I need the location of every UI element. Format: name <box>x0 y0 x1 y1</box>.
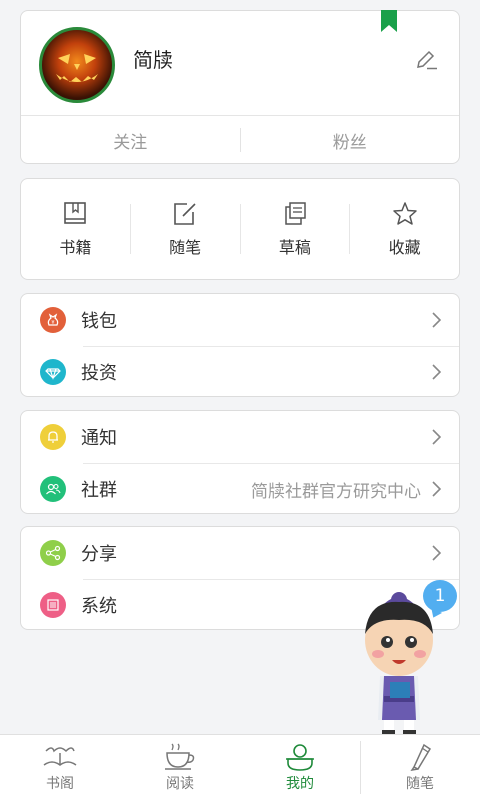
tab-reading[interactable]: 阅读 <box>120 735 240 800</box>
menu-label: 社群 <box>81 480 117 501</box>
quick-link-books[interactable]: 书籍 <box>21 179 130 279</box>
menu-group-finance: ¥ 钱包 投资 <box>20 293 460 397</box>
chevron-right-icon <box>432 364 441 380</box>
quick-link-label: 书籍 <box>59 238 92 257</box>
avatar[interactable] <box>39 27 115 103</box>
notification-badge: 1 <box>423 580 457 612</box>
menu-label: 系统 <box>81 596 117 617</box>
menu-label: 分享 <box>81 544 117 565</box>
divider <box>360 741 361 794</box>
chevron-right-icon <box>432 481 441 497</box>
profile-card: 简牍 关注 粉丝 <box>20 10 460 164</box>
tab-label: 阅读 <box>166 776 194 792</box>
quick-links-card: 书籍 随笔 草稿 收藏 <box>20 178 460 280</box>
edit-note-icon <box>174 203 196 225</box>
menu-item-wallet[interactable]: ¥ 钱包 <box>21 294 459 346</box>
bottom-tab-bar: 书阁 阅读 我的 随笔 <box>0 734 480 800</box>
username: 简牍 <box>133 48 173 72</box>
menu-item-share[interactable]: 分享 <box>21 527 459 579</box>
quick-link-drafts[interactable]: 草稿 <box>241 179 350 279</box>
follow-row: 关注 粉丝 <box>21 116 459 164</box>
menu-group-social: 通知 社群 简牍社群官方研究中心 <box>20 410 460 514</box>
bell-icon <box>40 424 66 450</box>
menu-item-notifications[interactable]: 通知 <box>21 411 459 463</box>
people-icon <box>40 476 66 502</box>
chevron-right-icon <box>432 545 441 561</box>
tab-label: 随笔 <box>406 776 434 792</box>
star-icon <box>392 202 417 225</box>
me-icon <box>286 744 314 771</box>
menu-item-invest[interactable]: 投资 <box>21 346 459 398</box>
menu-label: 投资 <box>81 363 117 384</box>
settings-list-icon <box>40 592 66 618</box>
money-bag-icon: ¥ <box>40 307 66 333</box>
bookmark-icon <box>381 10 397 32</box>
quick-link-label: 收藏 <box>388 238 421 257</box>
menu-item-community[interactable]: 社群 简牍社群官方研究中心 <box>21 463 459 515</box>
book-icon <box>64 202 87 224</box>
pumpkin-avatar-icon <box>56 54 98 82</box>
svg-text:¥: ¥ <box>51 320 54 326</box>
quick-link-label: 草稿 <box>278 238 311 257</box>
tab-label: 我的 <box>286 776 314 792</box>
quick-link-favorites[interactable]: 收藏 <box>350 179 459 279</box>
fans-button[interactable]: 粉丝 <box>241 128 460 153</box>
drafts-icon <box>285 202 306 225</box>
diamond-icon <box>40 359 66 385</box>
brush-icon <box>410 743 432 771</box>
chevron-right-icon <box>432 312 441 328</box>
menu-label: 通知 <box>81 428 117 449</box>
pencil-icon[interactable] <box>415 49 439 71</box>
tab-bookhall[interactable]: 书阁 <box>0 735 120 800</box>
tab-me[interactable]: 我的 <box>240 735 360 800</box>
quick-link-notes[interactable]: 随笔 <box>131 179 240 279</box>
community-value: 简牍社群官方研究中心 <box>251 481 421 502</box>
menu-label: 钱包 <box>81 311 117 332</box>
chevron-right-icon <box>432 429 441 445</box>
follow-button[interactable]: 关注 <box>21 128 240 153</box>
tab-label: 书阁 <box>46 776 74 792</box>
share-icon <box>40 540 66 566</box>
bookhall-icon <box>43 747 77 766</box>
quick-link-label: 随笔 <box>169 238 202 257</box>
tab-notes[interactable]: 随笔 <box>360 735 480 800</box>
teacup-icon <box>165 743 195 770</box>
